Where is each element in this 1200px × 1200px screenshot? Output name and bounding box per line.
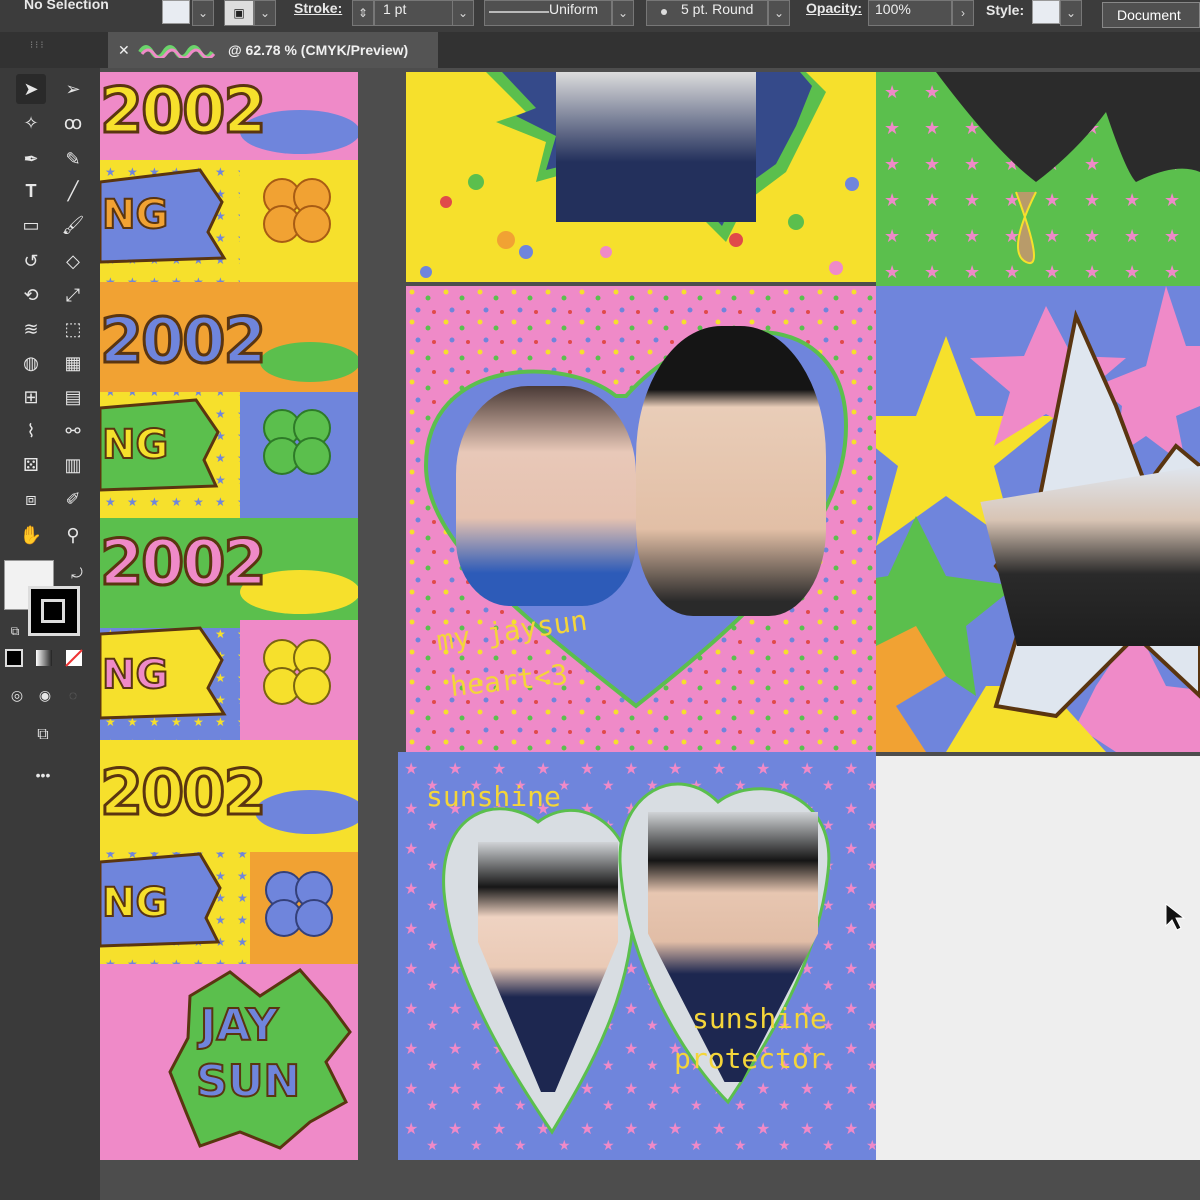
control-bar: No Selection ⌄ ▣ ⌄ Stroke: ⇕ 1 pt ⌄ Unif…: [0, 0, 1200, 47]
selection-status: No Selection: [24, 0, 109, 12]
none-mode-icon[interactable]: [62, 646, 86, 670]
stroke-label: Stroke:: [294, 0, 343, 16]
artboard-yellow-burst[interactable]: [406, 72, 876, 282]
document-setup-button[interactable]: Document S: [1102, 2, 1200, 47]
swap-fill-stroke-icon[interactable]: ⤾: [62, 558, 92, 588]
graphic-style-swatch[interactable]: [1032, 0, 1060, 24]
eyedropper-tool-icon[interactable]: ⌇: [16, 416, 46, 446]
brush-dropdown-chevron-icon[interactable]: ⌄: [768, 0, 790, 26]
fill-swatch[interactable]: [162, 0, 190, 24]
artboard-blue-stars[interactable]: [876, 286, 1200, 752]
rotate-tool-icon[interactable]: ⟲: [16, 280, 46, 310]
draw-behind-icon[interactable]: ◉: [30, 680, 60, 710]
curvature-tool-icon[interactable]: ✎: [58, 144, 88, 174]
protector-caption-line1: sunshine: [692, 1002, 827, 1035]
style-label: Style:: [986, 2, 1025, 18]
green-star-pattern: ★: [876, 72, 1200, 286]
shape-builder-tool-icon[interactable]: ◍: [16, 348, 46, 378]
stroke-weight-dropdown-chevron-icon[interactable]: ⌄: [452, 0, 474, 26]
opacity-field[interactable]: 100%: [868, 0, 952, 26]
artboard-blue-sunshine[interactable]: ★★ sunshine sunshine protector: [398, 752, 876, 1160]
perspective-grid-tool-icon[interactable]: ▦: [58, 348, 88, 378]
opacity-expand-chevron-icon[interactable]: ›: [952, 0, 974, 26]
variable-width-profile-dropdown[interactable]: Uniform: [484, 0, 612, 26]
stroke-dropdown-chevron-icon[interactable]: ⌄: [254, 0, 276, 26]
slice-tool-icon[interactable]: ✐: [58, 484, 88, 514]
zoom-tool-icon[interactable]: ⚲: [58, 520, 88, 550]
rectangle-tool-icon[interactable]: ▭: [16, 210, 46, 240]
direct-selection-tool-icon[interactable]: ➢: [58, 74, 88, 104]
default-fill-stroke-icon[interactable]: ⧉: [0, 616, 30, 646]
document-name-scribble: [138, 45, 216, 58]
jaysun-text-jay: JAY: [199, 999, 279, 1052]
mesh-tool-icon[interactable]: ⊞: [16, 382, 46, 412]
gradient-mode-icon[interactable]: [32, 646, 56, 670]
year-text-1: 2002: [100, 73, 268, 149]
draw-inside-icon[interactable]: ◌: [58, 680, 88, 710]
year-text-2: 2002: [100, 303, 268, 379]
profile-dropdown-chevron-icon[interactable]: ⌄: [612, 0, 634, 26]
line-tool-icon[interactable]: ╱: [58, 176, 88, 206]
tools-panel: ➤ ➢ ✧ ꝏ ✒ ✎ T ╱ ▭ 🖌 ↺ ◇ ⟲ ⤢ ≋ ⬚ ◍ ▦ ⊞ ▤ …: [0, 68, 100, 1200]
protector-caption-line2: protector: [674, 1042, 826, 1075]
change-screen-mode-icon[interactable]: ⧉: [28, 720, 58, 750]
paintbrush-tool-icon[interactable]: 🖌: [58, 210, 88, 240]
artboard-left-strip[interactable]: ★ ★: [100, 72, 358, 1160]
selection-tool-icon[interactable]: ➤: [16, 74, 46, 104]
photo-jay: [636, 326, 826, 616]
style-dropdown-chevron-icon[interactable]: ⌄: [1060, 0, 1082, 26]
year-text-4: 2002: [100, 755, 268, 831]
gradient-tool-icon[interactable]: ▤: [58, 382, 88, 412]
artboard-pink-heart[interactable]: my jaysun heart<3: [406, 286, 876, 752]
color-mode-icon[interactable]: [2, 646, 26, 670]
fill-dropdown-chevron-icon[interactable]: ⌄: [192, 0, 214, 26]
scale-tool-icon[interactable]: ⤢: [58, 280, 88, 310]
sunshine-text: sunshine: [426, 780, 561, 813]
ing-text-4: NG: [101, 879, 169, 927]
artboard-green-stars[interactable]: ★: [876, 72, 1200, 286]
photo-uniform-hands: [556, 72, 756, 222]
draw-normal-icon[interactable]: ◎: [2, 680, 32, 710]
document-tab-title: @ 62.78 % (CMYK/Preview): [228, 42, 409, 58]
column-graph-tool-icon[interactable]: ▥: [58, 450, 88, 480]
opacity-label: Opacity:: [806, 0, 863, 16]
brush-definition-dropdown[interactable]: 5 pt. Round: [646, 0, 768, 26]
ing-text-3: NG: [101, 651, 169, 699]
close-tab-icon[interactable]: ✕: [118, 32, 130, 68]
lasso-tool-icon[interactable]: ꝏ: [58, 108, 88, 138]
mouse-cursor-icon: [1165, 902, 1186, 931]
stroke-stepper[interactable]: ⇕: [352, 0, 374, 26]
shaper-tool-icon[interactable]: ↺: [16, 246, 46, 276]
edit-toolbar-button[interactable]: •••: [28, 760, 58, 790]
pen-tool-icon[interactable]: ✒: [16, 144, 46, 174]
ing-text-1: NG: [101, 191, 169, 239]
blend-tool-icon[interactable]: ⚯: [58, 416, 88, 446]
magic-wand-tool-icon[interactable]: ✧: [16, 108, 46, 138]
jaysun-text-sun: SUN: [195, 1055, 301, 1108]
stroke-color-swatch[interactable]: [28, 586, 80, 636]
width-tool-icon[interactable]: ≋: [16, 314, 46, 344]
panel-grip-icon[interactable]: ⁝⁝⁝: [30, 40, 46, 51]
year-text-3: 2002: [100, 525, 268, 601]
ing-text-2: NG: [101, 421, 169, 469]
artboard-tool-icon[interactable]: ⧈: [16, 484, 46, 514]
eraser-tool-icon[interactable]: ◇: [58, 246, 88, 276]
document-tab-bar: ✕ @ 62.78 % (CMYK/Preview): [0, 32, 1200, 68]
symbol-sprayer-tool-icon[interactable]: ⚄: [16, 450, 46, 480]
artboard-empty[interactable]: [876, 756, 1200, 1160]
free-transform-tool-icon[interactable]: ⬚: [58, 314, 88, 344]
stroke-weight-field[interactable]: 1 pt: [374, 0, 454, 26]
photo-sunoo: [456, 386, 636, 606]
stroke-swatch[interactable]: ▣: [224, 0, 254, 26]
document-tab[interactable]: ✕ @ 62.78 % (CMYK/Preview): [108, 32, 438, 68]
type-tool-icon[interactable]: T: [16, 176, 46, 206]
hand-tool-icon[interactable]: ✋: [16, 520, 46, 550]
